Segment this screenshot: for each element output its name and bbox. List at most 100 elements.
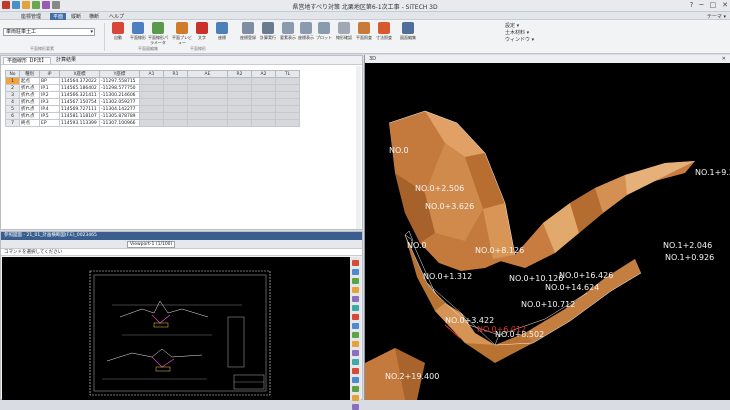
table-row[interactable]: 4 折れ点 IP.3 114567.150754 -11302.059277: [5, 98, 300, 106]
ribbon-button[interactable]: 自動: [108, 22, 128, 52]
ribbon-button[interactable]: 座標表示: [296, 22, 316, 52]
command-prompt: コマンドを選択してください: [1, 249, 362, 256]
ribbon-button[interactable]: 計算実行: [258, 22, 278, 52]
menu-longitudinal[interactable]: 縦断: [68, 13, 84, 20]
menu-bar: 座標管理 平面 縦断 横断 ヘルプ テーマ ▾: [0, 12, 730, 20]
alignment-combo[interactable]: 車両駐車土工 ▾: [3, 28, 95, 36]
menu-plan[interactable]: 平面: [50, 13, 67, 20]
ribbon-button[interactable]: 寸法照査: [374, 22, 394, 52]
drawing-tool-icon[interactable]: [352, 368, 359, 374]
table-cell-empty: [227, 119, 252, 127]
table-row[interactable]: 7 終点 EP 114593.113399 -11307.100966: [5, 119, 300, 127]
close-icon[interactable]: ✕: [722, 1, 728, 9]
column-header[interactable]: R1: [163, 70, 188, 78]
table-cell: 114567.150754: [59, 98, 100, 106]
column-header[interactable]: No: [5, 70, 20, 78]
table-cell: 114569.727111: [59, 105, 100, 113]
drawing-tool-icon[interactable]: [352, 332, 359, 338]
column-header[interactable]: X座標: [59, 70, 100, 78]
table-cell-empty: [139, 105, 164, 113]
vertical-scrollbar[interactable]: [356, 66, 361, 229]
theme-menu[interactable]: テーマ ▾: [707, 13, 726, 20]
drawing-tool-icon[interactable]: [352, 350, 359, 356]
station-label: NO.0+16.426: [559, 271, 613, 280]
ribbon-group-label: 平面図編集: [138, 46, 158, 51]
table-cell: 起点: [19, 77, 40, 85]
drawing-tool-icon[interactable]: [352, 269, 359, 275]
drawing-tool-icon[interactable]: [352, 323, 359, 329]
drawing-tool-icon[interactable]: [352, 341, 359, 347]
ribbon-button[interactable]: 座標: [212, 22, 232, 52]
ribbon-button[interactable]: 座標登録: [238, 22, 258, 52]
viewport-select[interactable]: Viewport-1 (1/100): [127, 241, 175, 248]
table-cell-empty: [163, 112, 188, 120]
ribbon-button[interactable]: 平面照査: [354, 22, 374, 52]
drawing-tool-sidebar: [350, 257, 361, 410]
drawing-tool-icon[interactable]: [352, 305, 359, 311]
ribbon-button-icon: [132, 22, 144, 34]
column-header[interactable]: A1: [139, 70, 164, 78]
ribbon-button-icon: [282, 22, 294, 34]
drawing-tool-icon[interactable]: [352, 296, 359, 302]
materials-menu[interactable]: 土木材料 ▾: [505, 30, 534, 37]
column-header[interactable]: Y座標: [99, 70, 140, 78]
drawing-tool-icon[interactable]: [352, 359, 359, 365]
table-cell: IP.5: [39, 112, 60, 120]
ribbon-button-icon: [242, 22, 254, 34]
table-cell-empty: [163, 98, 188, 106]
column-header[interactable]: IP: [39, 70, 60, 78]
tab-results[interactable]: 計算結果: [53, 57, 79, 64]
column-header[interactable]: R2: [227, 70, 252, 78]
table-cell-empty: [163, 105, 188, 113]
window-controls[interactable]: ? ─ □ ✕: [690, 1, 728, 9]
drawing-tool-icon[interactable]: [352, 377, 359, 383]
close-icon[interactable]: ✕: [722, 55, 726, 63]
drawing-tool-icon[interactable]: [352, 395, 359, 401]
drawing-tool-icon[interactable]: [352, 287, 359, 293]
table-cell-empty: [251, 112, 276, 120]
column-header[interactable]: TL: [275, 70, 300, 78]
view3d-canvas[interactable]: NO.0 NO.0+2.506 NO.0+3.626 NO.1+9.2 NO.0 NO.0…: [365, 63, 730, 400]
table-cell: 終点: [19, 119, 40, 127]
ribbon-button[interactable]: 平面プレビュー: [172, 22, 192, 52]
ribbon-button[interactable]: 線形確認: [334, 22, 354, 52]
table-row[interactable]: 1 起点 BP 114564.372022 -11297.558715: [5, 77, 300, 85]
table-cell-empty: [275, 112, 300, 120]
drawing-tool-icon[interactable]: [352, 386, 359, 392]
drawing-canvas[interactable]: [2, 257, 350, 400]
tab-ip-method[interactable]: 平面線形【IP法】: [3, 57, 51, 64]
table-row[interactable]: 5 折れ点 IP.4 114569.727111 -11304.142277: [5, 105, 300, 113]
settings-menu[interactable]: 設定 ▾: [505, 23, 534, 30]
menu-coordinates[interactable]: 座標管理: [18, 13, 44, 20]
ribbon-button-icon: [152, 22, 164, 34]
drawing-tool-icon[interactable]: [352, 278, 359, 284]
ribbon-button[interactable]: 図面編集: [398, 22, 418, 52]
table-cell-empty: [187, 77, 228, 85]
table-row[interactable]: 2 折れ点 IP.1 114565.186402 -11298.577750: [5, 84, 300, 92]
menu-help[interactable]: ヘルプ: [106, 13, 127, 20]
table-cell: -11305.878789: [99, 112, 140, 120]
window-menu[interactable]: ウィンドウ ▾: [505, 37, 534, 44]
view3d-title: 3D: [369, 56, 377, 62]
column-header[interactable]: A2: [251, 70, 276, 78]
minimize-icon[interactable]: ─: [699, 1, 703, 9]
table-cell-empty: [139, 98, 164, 106]
drawing-tool-icon[interactable]: [352, 260, 359, 266]
station-label: NO.0+14.624: [545, 283, 599, 292]
ribbon-group-label: 平面線形要素: [30, 46, 54, 51]
drawing-tool-icon[interactable]: [352, 404, 359, 410]
help-icon[interactable]: ?: [690, 1, 694, 9]
column-header[interactable]: 種別: [19, 70, 40, 78]
column-header[interactable]: AE: [187, 70, 228, 78]
ribbon-button[interactable]: 要素表示: [278, 22, 298, 52]
menu-cross-section[interactable]: 横断: [86, 13, 102, 20]
drawing-tool-icon[interactable]: [352, 314, 359, 320]
table-cell-empty: [251, 119, 276, 127]
table-row[interactable]: 6 折れ点 IP.5 114581.118107 -11305.878789: [5, 112, 300, 120]
maximize-icon[interactable]: □: [710, 1, 717, 9]
ribbon-button-label: 図面編集: [400, 35, 416, 40]
table-row[interactable]: 3 折れ点 IP.2 114566.321411 -11300.214606: [5, 91, 300, 99]
table-cell-empty: [275, 77, 300, 85]
station-label: NO.0: [389, 146, 409, 155]
ribbon-button[interactable]: プロット: [314, 22, 334, 52]
